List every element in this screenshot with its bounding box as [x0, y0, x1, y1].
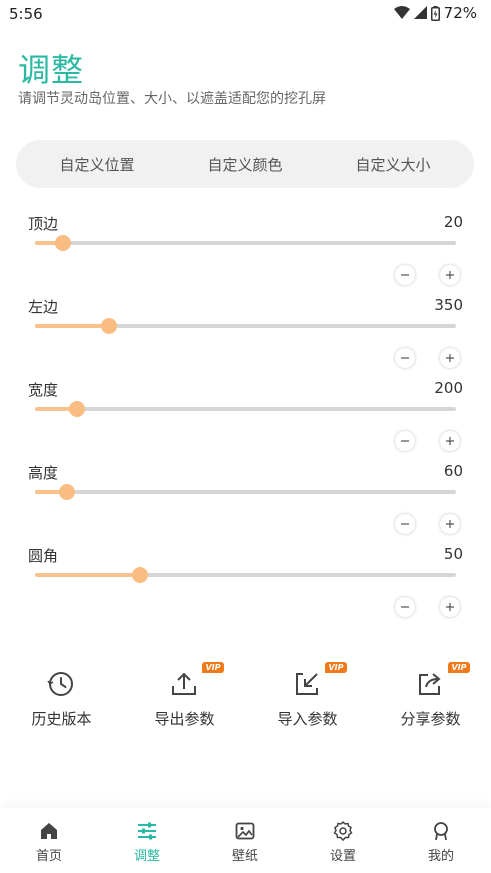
- plus-icon: [446, 437, 454, 445]
- decrement-button[interactable]: [395, 431, 415, 451]
- nav-label: 调整: [133, 849, 160, 864]
- export-params-button[interactable]: VIP 导出参数: [123, 660, 246, 740]
- increment-button[interactable]: [440, 597, 460, 617]
- slider-label: 高度: [28, 464, 59, 482]
- tab-custom-color[interactable]: 自定义颜色: [171, 144, 319, 184]
- slider-row: 左边 350: [0, 296, 491, 379]
- history-version-button[interactable]: 历史版本: [0, 660, 123, 740]
- upload-icon: [172, 672, 196, 695]
- action-label: 分享参数: [400, 710, 461, 728]
- segment-tabs: 自定义位置 自定义颜色 自定义大小: [16, 140, 474, 188]
- tab-custom-size[interactable]: 自定义大小: [319, 144, 467, 184]
- decrement-button[interactable]: [395, 348, 415, 368]
- nav-item-wallpaper[interactable]: 壁纸: [196, 808, 294, 873]
- slider-fill: [35, 324, 109, 328]
- import-icon: [296, 673, 318, 695]
- decrement-button[interactable]: [395, 514, 415, 534]
- increment-button[interactable]: [440, 431, 460, 451]
- wifi-icon: [393, 6, 410, 19]
- gear-icon: [333, 821, 353, 841]
- battery-icon: [430, 5, 440, 21]
- minus-icon: [401, 606, 409, 608]
- slider-value: 50: [443, 545, 463, 563]
- plus-icon: [446, 354, 454, 362]
- slider-thumb[interactable]: [132, 567, 148, 583]
- slider-row: 顶边 20: [0, 213, 491, 296]
- slider-fill: [35, 573, 140, 577]
- minus-icon: [401, 523, 409, 525]
- nav-label: 首页: [35, 849, 62, 864]
- nav-label: 设置: [329, 849, 356, 864]
- slider-thumb[interactable]: [101, 318, 117, 334]
- increment-button[interactable]: [440, 348, 460, 368]
- slider-thumb[interactable]: [59, 484, 75, 500]
- plus-icon: [446, 271, 454, 279]
- tab-label: 自定义位置: [59, 155, 135, 174]
- slider-track[interactable]: [35, 401, 456, 417]
- nav-item-home[interactable]: 首页: [0, 808, 98, 873]
- increment-button[interactable]: [440, 265, 460, 285]
- battery-level: 72%: [443, 4, 477, 22]
- tab-label: 自定义大小: [355, 155, 431, 174]
- user-icon: [434, 822, 448, 841]
- slider-value: 350: [434, 296, 463, 314]
- minus-icon: [401, 274, 409, 276]
- clock-icon: [47, 672, 73, 696]
- action-row: 历史版本 VIP 导出参数 VIP 导入参数 VIP 分享参数: [0, 660, 491, 740]
- minus-icon: [401, 357, 409, 359]
- nav-label: 我的: [427, 849, 454, 864]
- vip-badge: VIP: [448, 662, 470, 673]
- share-params-button[interactable]: VIP 分享参数: [369, 660, 491, 740]
- status-time: 5:56: [9, 5, 43, 23]
- action-label: 导入参数: [277, 710, 338, 728]
- nav-item-settings[interactable]: 设置: [294, 808, 392, 873]
- home-icon: [41, 823, 57, 839]
- slider-track[interactable]: [35, 318, 456, 334]
- slider-value: 200: [434, 379, 463, 397]
- decrement-button[interactable]: [395, 597, 415, 617]
- sliders-icon: [138, 822, 156, 840]
- slider-track[interactable]: [35, 235, 456, 251]
- action-label: 历史版本: [31, 710, 92, 728]
- slider-track[interactable]: [35, 567, 456, 583]
- slider-label: 宽度: [28, 381, 59, 399]
- signal-icon: [413, 6, 427, 19]
- image-icon: [235, 822, 255, 840]
- slider-label: 左边: [28, 298, 59, 316]
- nav-item-mine[interactable]: 我的: [392, 808, 490, 873]
- action-label: 导出参数: [154, 710, 215, 728]
- slider-track[interactable]: [35, 484, 456, 500]
- tab-custom-position[interactable]: 自定义位置: [23, 144, 171, 184]
- tab-label: 自定义颜色: [207, 155, 283, 174]
- page-title: 调整: [18, 51, 85, 89]
- share-icon: [419, 673, 441, 695]
- slider-row: 高度 60: [0, 462, 491, 545]
- minus-icon: [401, 440, 409, 442]
- plus-icon: [446, 603, 454, 611]
- vip-badge: VIP: [202, 662, 224, 673]
- import-params-button[interactable]: VIP 导入参数: [246, 660, 369, 740]
- increment-button[interactable]: [440, 514, 460, 534]
- slider-label: 顶边: [28, 215, 59, 233]
- nav-item-adjust[interactable]: 调整: [98, 808, 196, 873]
- slider-row: 圆角 50: [0, 545, 491, 628]
- vip-badge: VIP: [325, 662, 347, 673]
- decrement-button[interactable]: [395, 265, 415, 285]
- slider-value: 60: [443, 462, 463, 480]
- slider-value: 20: [443, 213, 463, 231]
- nav-label: 壁纸: [231, 849, 258, 864]
- status-bar: 5:56 72%: [0, 0, 491, 28]
- slider-label: 圆角: [28, 547, 59, 565]
- status-icons: 72%: [393, 4, 477, 22]
- slider-thumb[interactable]: [55, 235, 71, 251]
- slider-thumb[interactable]: [69, 401, 85, 417]
- bottom-nav: 首页 调整 壁纸 设置 我的: [0, 808, 491, 873]
- page-subtitle: 请调节灵动岛位置、大小、以遮盖适配您的挖孔屏: [18, 91, 326, 107]
- plus-icon: [446, 520, 454, 528]
- slider-row: 宽度 200: [0, 379, 491, 462]
